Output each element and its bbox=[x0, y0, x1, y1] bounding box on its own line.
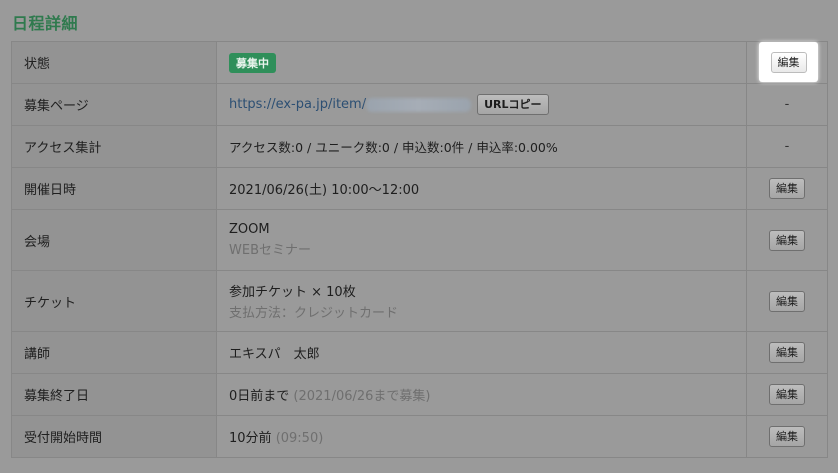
row-value: ZOOM WEBセミナー bbox=[216, 209, 747, 271]
table-row-ticket: チケット 参加チケット × 10枚 支払方法：クレジットカード 編集 bbox=[11, 270, 828, 332]
row-value: アクセス数:0 / ユニーク数:0 / 申込数:0件 / 申込率:0.00% bbox=[216, 125, 747, 168]
row-value: 募集中 bbox=[216, 41, 747, 84]
reception-time: (09:50) bbox=[275, 431, 324, 446]
url-copy-button[interactable]: URLコピー bbox=[477, 94, 549, 115]
highlighted-status-action: 編集 bbox=[759, 42, 818, 82]
venue-type: WEBセミナー bbox=[229, 243, 311, 258]
table-row-access: アクセス集計 アクセス数:0 / ユニーク数:0 / 申込数:0件 / 申込率:… bbox=[11, 125, 828, 168]
table-row-venue: 会場 ZOOM WEBセミナー 編集 bbox=[11, 209, 828, 271]
end-date-value: 0日前まで bbox=[229, 389, 290, 404]
table-row-page: 募集ページ https://ex-pa.jp/item/URLコピー - bbox=[11, 83, 828, 126]
venue-name: ZOOM bbox=[229, 222, 270, 237]
edit-end-date-button[interactable]: 編集 bbox=[769, 384, 805, 405]
row-value: https://ex-pa.jp/item/URLコピー bbox=[216, 83, 747, 126]
row-label: 募集ページ bbox=[11, 83, 217, 126]
schedule-detail-table: 状態 募集中 募集ページ https://ex-pa.jp/item/URLコピ… bbox=[11, 41, 828, 458]
row-label: 募集終了日 bbox=[11, 373, 217, 416]
row-label: チケット bbox=[11, 270, 217, 332]
row-value: 0日前まで (2021/06/26まで募集) bbox=[216, 373, 747, 416]
row-value: 10分前 (09:50) bbox=[216, 415, 747, 458]
row-label: 状態 bbox=[11, 41, 217, 84]
table-row-end-date: 募集終了日 0日前まで (2021/06/26まで募集) 編集 bbox=[11, 373, 828, 416]
row-value: 参加チケット × 10枚 支払方法：クレジットカード bbox=[216, 270, 747, 332]
ticket-name: 参加チケット × 10枚 bbox=[229, 285, 356, 300]
row-value: 2021/06/26(土) 10:00〜12:00 bbox=[216, 167, 747, 210]
row-action-none: - bbox=[746, 83, 828, 126]
recruit-page-link[interactable]: https://ex-pa.jp/item/ bbox=[229, 97, 366, 112]
edit-instructor-button[interactable]: 編集 bbox=[769, 342, 805, 363]
row-label: 開催日時 bbox=[11, 167, 217, 210]
edit-ticket-button[interactable]: 編集 bbox=[769, 290, 805, 312]
edit-status-button[interactable]: 編集 bbox=[770, 51, 807, 73]
row-value: エキスパ 太郎 bbox=[216, 331, 747, 374]
page-title: 日程詳細 bbox=[12, 14, 79, 33]
edit-reception-button[interactable]: 編集 bbox=[769, 426, 805, 447]
table-row-reception: 受付開始時間 10分前 (09:50) 編集 bbox=[11, 415, 828, 458]
row-action-none: - bbox=[746, 125, 828, 168]
row-label: アクセス集計 bbox=[11, 125, 217, 168]
table-row-datetime: 開催日時 2021/06/26(土) 10:00〜12:00 編集 bbox=[11, 167, 828, 210]
redacted-url-id bbox=[366, 97, 472, 112]
table-row-instructor: 講師 エキスパ 太郎 編集 bbox=[11, 331, 828, 374]
status-badge: 募集中 bbox=[229, 52, 276, 73]
end-date-detail: (2021/06/26まで募集) bbox=[293, 389, 431, 404]
row-label: 会場 bbox=[11, 209, 217, 271]
table-row-status: 状態 募集中 bbox=[11, 41, 828, 84]
edit-venue-button[interactable]: 編集 bbox=[769, 229, 805, 251]
payment-method: 支払方法：クレジットカード bbox=[229, 306, 399, 321]
edit-datetime-button[interactable]: 編集 bbox=[769, 178, 805, 199]
reception-value: 10分前 bbox=[229, 431, 272, 446]
row-label: 受付開始時間 bbox=[11, 415, 217, 458]
row-label: 講師 bbox=[11, 331, 217, 374]
